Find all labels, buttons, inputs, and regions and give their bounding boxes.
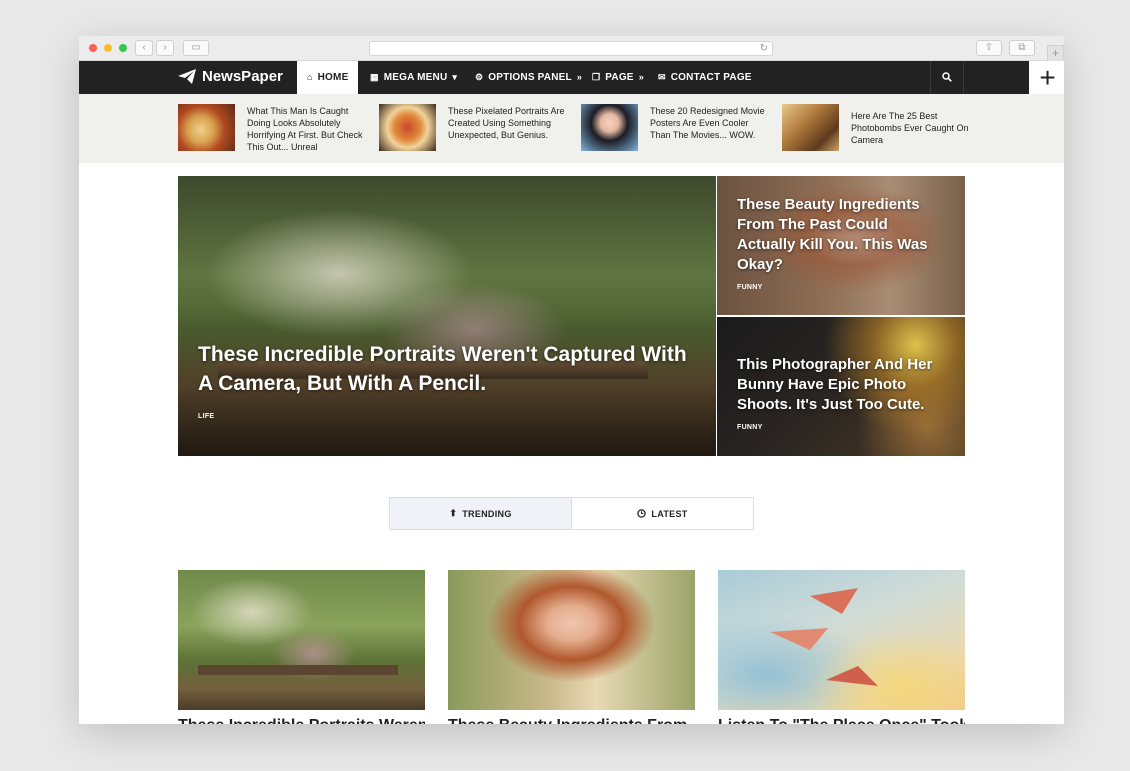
category-label[interactable]: LIFE: [198, 413, 214, 420]
paper-plane-icon: [178, 69, 196, 84]
forward-icon[interactable]: ›: [156, 40, 174, 56]
nav-options-panel-label: OPTIONS PANEL: [488, 72, 572, 83]
minimize-window-button[interactable]: [104, 44, 112, 52]
nav-mega-menu[interactable]: ▦ MEGA MENU ▾: [370, 61, 457, 94]
nav-contact-page-label: CONTACT PAGE: [670, 72, 752, 83]
paper-plane-illustration: [770, 588, 878, 686]
ticker-item[interactable]: These Pixelated Portraits Are Created Us…: [379, 104, 579, 152]
article-card-title[interactable]: These Beauty Ingredients From: [448, 716, 695, 724]
living-room-thumbnail[interactable]: [782, 104, 839, 151]
article-card-image[interactable]: [448, 570, 695, 710]
tab-latest[interactable]: LATEST: [572, 498, 753, 529]
nav-options-panel[interactable]: ⚙ OPTIONS PANEL »: [475, 61, 582, 94]
zoom-window-button[interactable]: [119, 44, 127, 52]
grid-icon: ▦: [370, 72, 379, 82]
nav-page[interactable]: ❐ PAGE »: [592, 61, 644, 94]
site-logo-text: NewsPaper: [202, 68, 283, 85]
pages-icon: ❐: [592, 72, 601, 82]
nav-home-label: HOME: [317, 72, 349, 83]
girl-portrait-thumbnail[interactable]: [581, 104, 638, 151]
gear-icon: ⚙: [475, 72, 484, 82]
tabs-icon[interactable]: ⧉: [1009, 40, 1035, 56]
ticker-item-title[interactable]: These Pixelated Portraits Are Created Us…: [448, 105, 568, 141]
main-navigation: NewsPaper ⌂ HOME ▦ MEGA MENU ▾ ⚙ OPTIONS…: [79, 61, 1029, 94]
sidebar-icon[interactable]: ▭: [183, 40, 209, 56]
hero-side-title[interactable]: This Photographer And Her Bunny Have Epi…: [737, 355, 947, 415]
tab-trending-label: TRENDING: [462, 508, 512, 519]
back-icon[interactable]: ‹: [135, 40, 153, 56]
caret-down-icon: ▾: [452, 72, 458, 82]
hero-main-overlay: [178, 176, 716, 456]
tab-latest-label: LATEST: [651, 508, 688, 519]
new-tab-button[interactable]: +: [1047, 45, 1064, 61]
nav-home[interactable]: ⌂ HOME: [297, 61, 359, 94]
double-chevron-right-icon: »: [576, 72, 583, 82]
article-card-image[interactable]: [178, 570, 425, 710]
browser-toolbar: ‹ › ▭ ↻ ⇧ ⧉ +: [79, 36, 1064, 61]
browser-window: ‹ › ▭ ↻ ⇧ ⧉ + NewsPaper ⌂ HOME ▦ MEGA ME…: [79, 36, 1064, 724]
pizza-thumbnail[interactable]: [379, 104, 436, 151]
ticker-item-title[interactable]: These 20 Redesigned Movie Posters Are Ev…: [650, 105, 770, 141]
search-icon: [942, 72, 952, 82]
flame-icon: ⬆: [449, 508, 458, 518]
ticker-item[interactable]: These 20 Redesigned Movie Posters Are Ev…: [581, 104, 781, 152]
envelope-icon: ✉: [658, 72, 666, 82]
address-bar[interactable]: ↻: [369, 41, 773, 56]
category-label[interactable]: FUNNY: [737, 424, 763, 431]
couple-bench-photo[interactable]: [178, 570, 425, 710]
share-icon[interactable]: ⇧: [976, 40, 1002, 56]
ticker-item[interactable]: Here Are The 25 Best Photobombs Ever Cau…: [782, 104, 982, 152]
nav-mega-menu-label: MEGA MENU: [383, 72, 448, 83]
search-button[interactable]: [930, 61, 964, 94]
double-chevron-right-icon: »: [638, 72, 644, 82]
article-card-title[interactable]: These Incredible Portraits Weren't: [178, 716, 425, 724]
bench-shape: [198, 665, 398, 675]
hero-side-article[interactable]: This Photographer And Her Bunny Have Epi…: [717, 317, 965, 456]
hero-side-article[interactable]: These Beauty Ingredients From The Past C…: [717, 176, 965, 315]
nav-contact-page[interactable]: ✉ CONTACT PAGE: [658, 61, 752, 94]
ticker-item-title[interactable]: What This Man Is Caught Doing Looks Abso…: [247, 105, 367, 153]
ticker-item[interactable]: What This Man Is Caught Doing Looks Abso…: [178, 104, 378, 152]
site-logo[interactable]: NewsPaper: [178, 68, 283, 85]
hero-main-article[interactable]: These Incredible Portraits Weren't Captu…: [178, 176, 716, 456]
reload-icon[interactable]: ↻: [760, 42, 768, 55]
hero-main-title[interactable]: These Incredible Portraits Weren't Captu…: [198, 340, 698, 398]
close-window-button[interactable]: [89, 44, 97, 52]
article-card-image[interactable]: [718, 570, 965, 710]
tab-trending[interactable]: ⬆ TRENDING: [390, 498, 572, 529]
nav-page-label: PAGE: [605, 72, 634, 83]
category-label[interactable]: FUNNY: [737, 284, 763, 291]
menu-plus-button[interactable]: +: [1031, 61, 1064, 94]
clock-icon: [637, 509, 647, 518]
pizza-slice-thumbnail[interactable]: [178, 104, 235, 151]
post-tabs: ⬆ TRENDING LATEST: [389, 497, 754, 530]
woman-portrait-photo[interactable]: [448, 570, 695, 710]
ticker-item-title[interactable]: Here Are The 25 Best Photobombs Ever Cau…: [851, 110, 971, 146]
featured-ticker: What This Man Is Caught Doing Looks Abso…: [79, 94, 1064, 163]
home-icon: ⌂: [307, 72, 313, 82]
hero-side-title[interactable]: These Beauty Ingredients From The Past C…: [737, 195, 937, 275]
article-card-title[interactable]: Listen To "The Place Once" Took: [718, 716, 965, 724]
